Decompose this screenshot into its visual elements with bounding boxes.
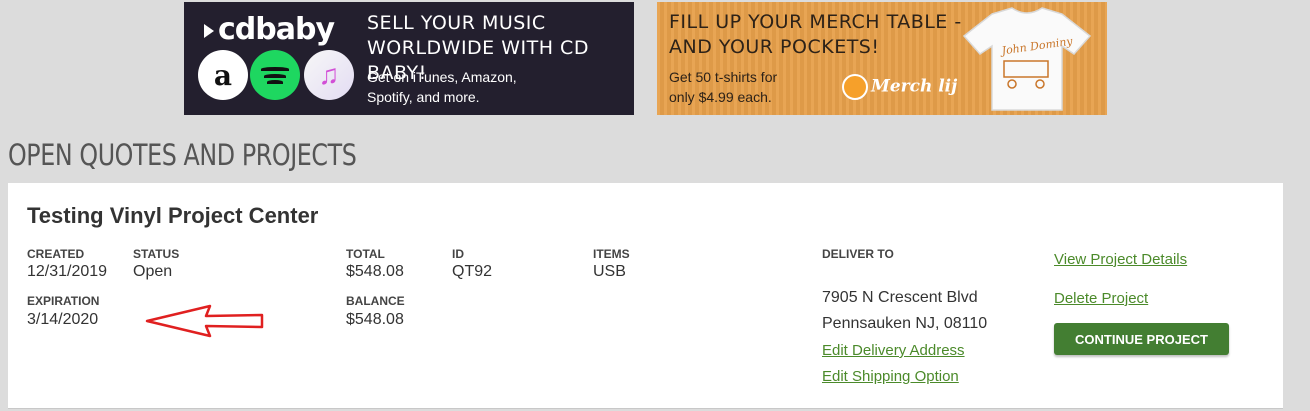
cdbaby-logo: cdbaby xyxy=(204,12,335,47)
status-label: STATUS xyxy=(133,247,180,261)
delete-project-link[interactable]: Delete Project xyxy=(1054,290,1148,307)
view-project-details-link[interactable]: View Project Details xyxy=(1054,251,1187,268)
cdbaby-banner[interactable]: cdbaby a ♫ SELL YOUR MUSIC WORLDWIDE WIT… xyxy=(184,2,634,115)
id-value: QT92 xyxy=(452,263,493,280)
tshirt-icon: John Dominy xyxy=(962,7,1092,111)
edit-delivery-address-link[interactable]: Edit Delivery Address xyxy=(822,342,965,359)
items-value: USB xyxy=(593,263,626,280)
merch-logo-icon xyxy=(842,74,868,100)
cdbaby-subtext: Get on iTunes, Amazon, Spotify, and more… xyxy=(367,69,517,105)
spotify-icon xyxy=(250,50,300,100)
created-label: CREATED xyxy=(27,247,85,261)
created-value: 12/31/2019 xyxy=(27,263,108,280)
edit-shipping-option-link[interactable]: Edit Shipping Option xyxy=(822,368,959,385)
total-label: TOTAL xyxy=(346,247,385,261)
annotation-arrow-icon xyxy=(145,304,264,338)
play-icon xyxy=(204,23,214,38)
merch-headline: FILL UP YOUR MERCH TABLE - AND YOUR POCK… xyxy=(669,11,962,58)
merch-subtext: Get 50 t-shirts for only $4.99 each. xyxy=(669,69,778,105)
continue-project-button[interactable]: CONTINUE PROJECT xyxy=(1054,323,1229,355)
status-value: Open xyxy=(133,263,173,280)
balance-label: BALANCE xyxy=(346,294,405,308)
expiration-label: EXPIRATION xyxy=(27,294,100,308)
merch-banner[interactable]: FILL UP YOUR MERCH TABLE - AND YOUR POCK… xyxy=(657,2,1107,115)
expiration-value: 3/14/2020 xyxy=(27,311,99,328)
address-line2: Pennsauken NJ, 08110 xyxy=(822,315,988,332)
deliver-to-label: DELIVER TO xyxy=(822,247,894,261)
page-title: OPEN QUOTES AND PROJECTS xyxy=(8,138,357,172)
amazon-icon: a xyxy=(198,50,248,100)
itunes-icon: ♫ xyxy=(304,50,354,100)
project-card: Testing Vinyl Project Center CREATED 12/… xyxy=(8,183,1283,409)
total-value: $548.08 xyxy=(346,263,404,280)
id-label: ID xyxy=(452,247,464,261)
address-line1: 7905 N Crescent Blvd xyxy=(822,289,978,306)
project-title: Testing Vinyl Project Center xyxy=(27,203,319,228)
merchly-logo: Merch lij xyxy=(842,74,957,100)
balance-value: $548.08 xyxy=(346,311,404,328)
items-label: ITEMS xyxy=(593,247,630,261)
